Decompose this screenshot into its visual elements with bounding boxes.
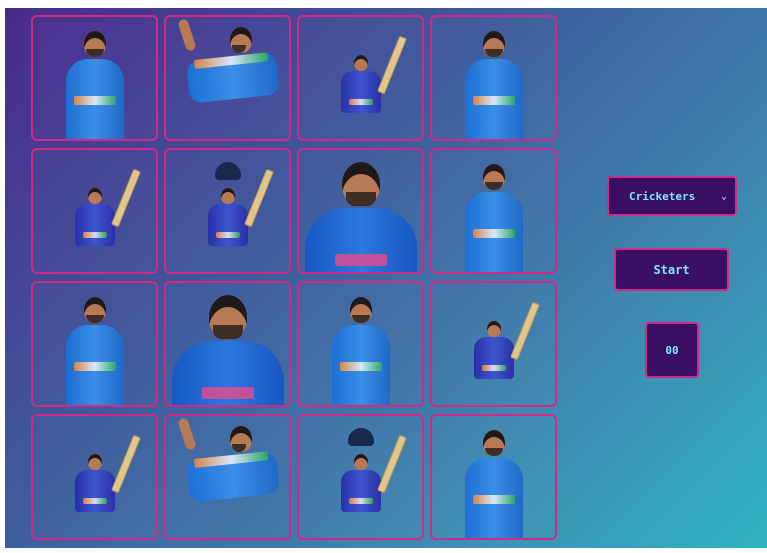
player-photo bbox=[33, 283, 156, 405]
card-yuvraj-singh[interactable] bbox=[164, 414, 291, 540]
card-kl-rahul[interactable] bbox=[430, 414, 557, 540]
player-photo bbox=[33, 17, 156, 139]
card-virat-kohli[interactable] bbox=[430, 281, 557, 407]
card-hardik-pandya[interactable] bbox=[430, 148, 557, 274]
score-display: 00 bbox=[645, 322, 699, 378]
card-rohit-sharma[interactable] bbox=[164, 281, 291, 407]
player-photo bbox=[166, 150, 289, 272]
player-photo bbox=[33, 150, 156, 272]
card-rohit-sharma[interactable] bbox=[297, 148, 424, 274]
player-photo bbox=[432, 150, 555, 272]
category-select-value: Cricketers bbox=[629, 189, 696, 203]
card-grid bbox=[31, 15, 557, 540]
card-shubman-gill[interactable] bbox=[31, 148, 158, 274]
card-kl-rahul[interactable] bbox=[430, 15, 557, 141]
player-photo bbox=[299, 416, 422, 538]
chevron-down-icon: ⌄ bbox=[720, 190, 727, 202]
player-photo bbox=[166, 283, 289, 405]
card-virat-kohli[interactable] bbox=[297, 15, 424, 141]
player-photo bbox=[432, 283, 555, 405]
start-button[interactable]: Start bbox=[614, 248, 729, 291]
player-photo bbox=[299, 150, 422, 272]
memory-game-board: Cricketers ⌄ Start 00 bbox=[5, 8, 767, 548]
card-shreyas-iyer[interactable] bbox=[31, 281, 158, 407]
player-photo bbox=[299, 283, 422, 405]
player-photo bbox=[432, 416, 555, 538]
category-select[interactable]: Cricketers ⌄ bbox=[607, 176, 737, 216]
card-ms-dhoni[interactable] bbox=[164, 148, 291, 274]
card-ms-dhoni[interactable] bbox=[297, 414, 424, 540]
card-yuvraj-singh[interactable] bbox=[164, 15, 291, 141]
player-photo bbox=[299, 17, 422, 139]
card-shubman-gill[interactable] bbox=[31, 414, 158, 540]
player-photo bbox=[33, 416, 156, 538]
player-photo bbox=[166, 416, 289, 538]
player-photo bbox=[432, 17, 555, 139]
card-shreyas-iyer[interactable] bbox=[31, 15, 158, 141]
card-hardik-pandya[interactable] bbox=[297, 281, 424, 407]
player-photo bbox=[166, 17, 289, 139]
